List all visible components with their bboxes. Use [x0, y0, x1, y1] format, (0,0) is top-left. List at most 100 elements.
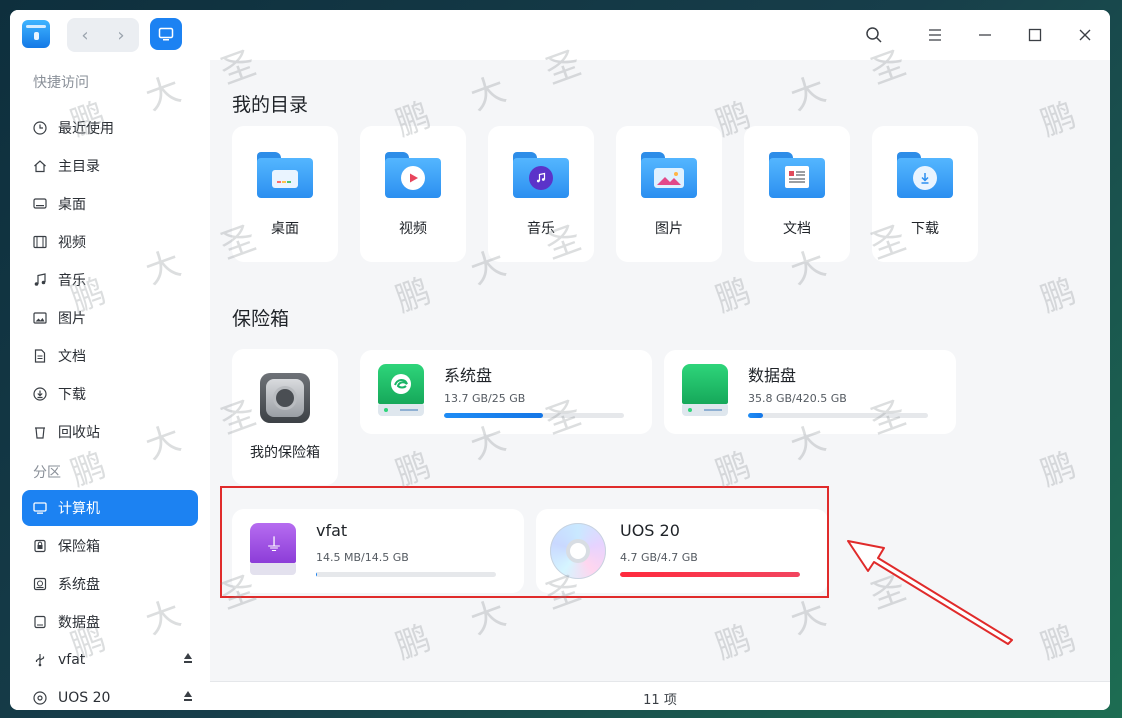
disk-usage-bar — [316, 572, 496, 577]
usb-drive-icon: ⏚ — [250, 523, 296, 577]
vault-icon — [32, 538, 48, 554]
sidebar-item-label: 系统盘 — [58, 577, 100, 593]
directory-label: 桌面 — [271, 221, 299, 237]
sidebar-item-vfat[interactable]: vfat — [22, 642, 198, 678]
eject-vfat-icon[interactable] — [184, 653, 192, 663]
video-folder-icon — [385, 152, 441, 198]
disk-usage-fill — [316, 572, 318, 577]
eject-uos20-icon[interactable] — [184, 691, 192, 701]
sidebar-item-label: 桌面 — [58, 197, 86, 213]
data-disk-icon — [32, 614, 48, 630]
music-folder-icon — [513, 152, 569, 198]
disk-card-vfat[interactable]: ⏚ vfat 14.5 MB/14.5 GB — [232, 509, 524, 593]
menu-button[interactable] — [923, 23, 947, 47]
disc-icon — [32, 690, 48, 706]
system-disk-icon — [32, 576, 48, 592]
menu-icon — [929, 29, 941, 41]
video-icon — [32, 234, 48, 250]
directory-label: 音乐 — [527, 221, 555, 237]
clock-icon — [32, 120, 48, 136]
download-folder-icon — [897, 152, 953, 198]
disk-usage-fill — [748, 413, 764, 418]
sidebar-item-desktop[interactable]: 桌面 — [22, 186, 198, 222]
sidebar-item-documents[interactable]: 文档 — [22, 338, 198, 374]
directory-label: 图片 — [655, 221, 683, 237]
document-folder-icon — [769, 152, 825, 198]
music-icon — [32, 272, 48, 288]
disk-name: vfat — [316, 521, 348, 540]
directory-label: 视频 — [399, 221, 427, 237]
disk-usage-fill — [444, 413, 543, 418]
directory-documents[interactable]: 文档 — [744, 126, 850, 262]
sidebar: 快捷访问 最近使用 主目录 桌面 视频 音乐 图片 文档 下载 回收站 分区 计… — [10, 60, 210, 710]
sidebar-item-label: 最近使用 — [58, 121, 114, 137]
sidebar-item-label: 保险箱 — [58, 539, 100, 555]
disk-card-uos20[interactable]: UOS 20 4.7 GB/4.7 GB — [536, 509, 828, 593]
document-icon — [32, 348, 48, 364]
my-vault-card[interactable]: 我的保险箱 — [232, 349, 338, 485]
item-count: 11 项 — [643, 693, 677, 708]
sidebar-item-label: 音乐 — [58, 273, 86, 289]
forward-button[interactable]: › — [103, 18, 139, 52]
maximize-button[interactable] — [1023, 23, 1047, 47]
download-icon — [32, 386, 48, 402]
directory-desktop[interactable]: 桌面 — [232, 126, 338, 262]
sidebar-item-pictures[interactable]: 图片 — [22, 300, 198, 336]
computer-view-button[interactable] — [150, 18, 182, 50]
vault-card-label: 我的保险箱 — [250, 445, 320, 461]
disk-name: UOS 20 — [620, 521, 680, 540]
disk-card-data[interactable]: 数据盘 35.8 GB/420.5 GB — [664, 350, 956, 434]
back-arrow-icon: ‹ — [81, 24, 89, 46]
sidebar-item-label: UOS 20 — [58, 690, 111, 706]
usb-icon — [32, 652, 48, 668]
sidebar-item-label: 视频 — [58, 235, 86, 251]
search-icon — [866, 27, 882, 43]
computer-view-icon — [158, 27, 174, 41]
sidebar-item-vault[interactable]: 保险箱 — [22, 528, 198, 564]
sidebar-item-label: vfat — [58, 652, 86, 668]
directory-label: 文档 — [783, 221, 811, 237]
vault-heading: 保险箱 — [232, 308, 290, 330]
sidebar-item-label: 主目录 — [58, 159, 100, 175]
sidebar-item-recent[interactable]: 最近使用 — [22, 110, 198, 146]
picture-folder-icon — [641, 152, 697, 198]
system-drive-icon — [378, 364, 424, 418]
sidebar-item-trash[interactable]: 回收站 — [22, 414, 198, 450]
status-bar: 11 项 — [210, 681, 1110, 710]
sidebar-item-videos[interactable]: 视频 — [22, 224, 198, 260]
back-button[interactable]: ‹ — [67, 18, 103, 52]
safe-icon — [260, 373, 310, 423]
directory-music[interactable]: 音乐 — [488, 126, 594, 262]
directory-videos[interactable]: 视频 — [360, 126, 466, 262]
close-button[interactable] — [1073, 23, 1097, 47]
forward-arrow-icon: › — [117, 24, 125, 46]
directory-downloads[interactable]: 下载 — [872, 126, 978, 262]
sidebar-item-label: 数据盘 — [58, 615, 100, 631]
disk-usage: 4.7 GB/4.7 GB — [620, 551, 698, 564]
computer-icon — [32, 500, 48, 516]
desktop-icon — [32, 196, 48, 212]
minimize-button[interactable] — [973, 23, 997, 47]
sidebar-item-downloads[interactable]: 下载 — [22, 376, 198, 412]
home-icon — [32, 158, 48, 174]
directory-pictures[interactable]: 图片 — [616, 126, 722, 262]
disk-usage: 35.8 GB/420.5 GB — [748, 392, 847, 405]
sidebar-item-music[interactable]: 音乐 — [22, 262, 198, 298]
optical-disc-icon — [550, 523, 606, 579]
disk-usage: 13.7 GB/25 GB — [444, 392, 526, 405]
disk-card-system[interactable]: 系统盘 13.7 GB/25 GB — [360, 350, 652, 434]
desktop-folder-icon — [257, 152, 313, 198]
my-directories-heading: 我的目录 — [232, 94, 309, 116]
disk-name: 数据盘 — [748, 366, 797, 385]
sidebar-item-uos20[interactable]: UOS 20 — [22, 680, 198, 710]
sidebar-item-computer[interactable]: 计算机 — [22, 490, 198, 526]
sidebar-item-system-disk[interactable]: 系统盘 — [22, 566, 198, 602]
search-button[interactable] — [862, 23, 886, 47]
trash-icon — [32, 424, 48, 440]
picture-icon — [32, 310, 48, 326]
sidebar-item-home[interactable]: 主目录 — [22, 148, 198, 184]
sidebar-item-data-disk[interactable]: 数据盘 — [22, 604, 198, 640]
title-bar: ‹ › — [10, 10, 1110, 60]
sidebar-item-label: 图片 — [58, 311, 86, 327]
navigation-buttons: ‹ › — [67, 18, 139, 52]
